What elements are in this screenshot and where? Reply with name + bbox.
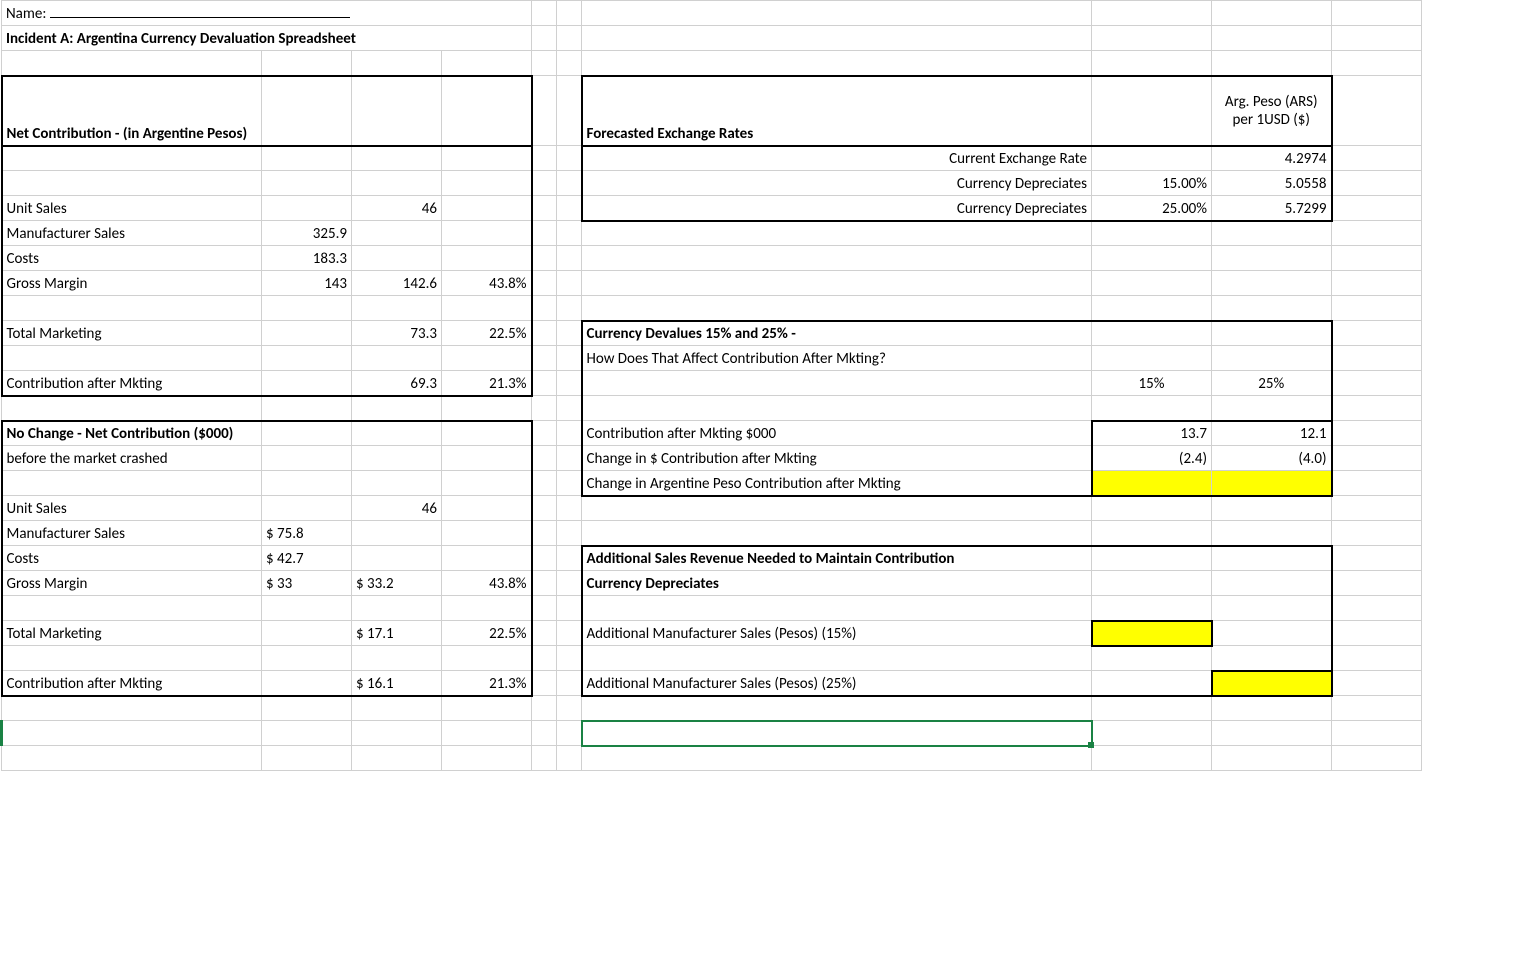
dep15-value[interactable]: 5.0558: [1212, 171, 1332, 196]
fx-col-header: Arg. Peso (ARS) per 1USD ($): [1212, 76, 1332, 146]
cam-25[interactable]: 12.1: [1212, 421, 1332, 446]
gm2-label: Gross Margin: [2, 571, 262, 596]
dep15-pct[interactable]: 15.00%: [1092, 171, 1212, 196]
chg-usd-25[interactable]: (4.0): [1212, 446, 1332, 471]
mfr-sales-value[interactable]: 325.9: [262, 221, 352, 246]
name-label: Name:: [6, 5, 46, 23]
chg-ars-label: Change in Argentine Peso Contribution af…: [582, 471, 1092, 496]
dep25-label: Currency Depreciates: [582, 196, 1092, 221]
before-crash: before the market crashed: [2, 446, 262, 471]
ca2-c[interactable]: $ 16.1: [352, 671, 442, 696]
net-contrib-header: Net Contribution - (in Argentine Pesos): [2, 76, 262, 146]
devalue-sub: How Does That Affect Contribution After …: [582, 346, 1092, 371]
name-cell[interactable]: Name:: [2, 1, 532, 26]
costs-value[interactable]: 183.3: [262, 246, 352, 271]
tm2-c[interactable]: $ 17.1: [352, 621, 442, 646]
gross-margin-b[interactable]: 143: [262, 271, 352, 296]
tm2-d[interactable]: 22.5%: [442, 621, 532, 646]
col15-header: 15%: [1092, 371, 1212, 396]
add-sales-title: Additional Sales Revenue Needed to Maint…: [582, 546, 1092, 571]
chg-ars-25[interactable]: [1212, 471, 1332, 496]
selected-cell[interactable]: [582, 721, 1092, 746]
chg-usd-15[interactable]: (2.4): [1092, 446, 1212, 471]
total-mkt-d[interactable]: 22.5%: [442, 321, 532, 346]
add-mfr-15-value[interactable]: [1092, 621, 1212, 646]
costs2-value[interactable]: $ 42.7: [262, 546, 352, 571]
mfr-sales2-value[interactable]: $ 75.8: [262, 521, 352, 546]
add-mfr-25-label: Additional Manufacturer Sales (Pesos) (2…: [582, 671, 1092, 696]
unit-sales2-label: Unit Sales: [2, 496, 262, 521]
fx-header: Forecasted Exchange Rates: [582, 76, 1092, 146]
dep15-label: Currency Depreciates: [582, 171, 1092, 196]
devalue-title: Currency Devalues 15% and 25% -: [582, 321, 1092, 346]
total-mkt-label: Total Marketing: [2, 321, 262, 346]
dep25-pct[interactable]: 25.00%: [1092, 196, 1212, 221]
sheet-title: Incident A: Argentina Currency Devaluati…: [2, 26, 532, 51]
gm2-b[interactable]: $ 33: [262, 571, 352, 596]
current-rate-value[interactable]: 4.2974: [1212, 146, 1332, 171]
cam-label: Contribution after Mkting $000: [582, 421, 1092, 446]
contrib-after-d[interactable]: 21.3%: [442, 371, 532, 396]
chg-ars-15[interactable]: [1092, 471, 1212, 496]
unit-sales-value[interactable]: 46: [352, 196, 442, 221]
gross-margin-d[interactable]: 43.8%: [442, 271, 532, 296]
add-mfr-25-value[interactable]: [1212, 671, 1332, 696]
mfr-sales-label: Manufacturer Sales: [2, 221, 262, 246]
unit-sales2-value[interactable]: 46: [352, 496, 442, 521]
gm2-d[interactable]: 43.8%: [442, 571, 532, 596]
current-rate-label: Current Exchange Rate: [582, 146, 1092, 171]
total-mkt-c[interactable]: 73.3: [352, 321, 442, 346]
unit-sales-label: Unit Sales: [2, 196, 262, 221]
spreadsheet-grid[interactable]: Name: Incident A: Argentina Currency Dev…: [0, 0, 1422, 771]
no-change-title: No Change - Net Contribution ($000): [2, 421, 262, 446]
ca2-label: Contribution after Mkting: [2, 671, 262, 696]
chg-usd-label: Change in $ Contribution after Mkting: [582, 446, 1092, 471]
tm2-label: Total Marketing: [2, 621, 262, 646]
costs2-label: Costs: [2, 546, 262, 571]
gross-margin-c[interactable]: 142.6: [352, 271, 442, 296]
gross-margin-label: Gross Margin: [2, 271, 262, 296]
cam-15[interactable]: 13.7: [1092, 421, 1212, 446]
mfr-sales2-label: Manufacturer Sales: [2, 521, 262, 546]
col25-header: 25%: [1212, 371, 1332, 396]
name-field-line: [50, 17, 350, 18]
contrib-after-label: Contribution after Mkting: [2, 371, 262, 396]
costs-label: Costs: [2, 246, 262, 271]
add-mfr-15-label: Additional Manufacturer Sales (Pesos) (1…: [582, 621, 1092, 646]
add-sales-sub: Currency Depreciates: [582, 571, 1092, 596]
dep25-value[interactable]: 5.7299: [1212, 196, 1332, 221]
gm2-c[interactable]: $ 33.2: [352, 571, 442, 596]
contrib-after-c[interactable]: 69.3: [352, 371, 442, 396]
ca2-d[interactable]: 21.3%: [442, 671, 532, 696]
